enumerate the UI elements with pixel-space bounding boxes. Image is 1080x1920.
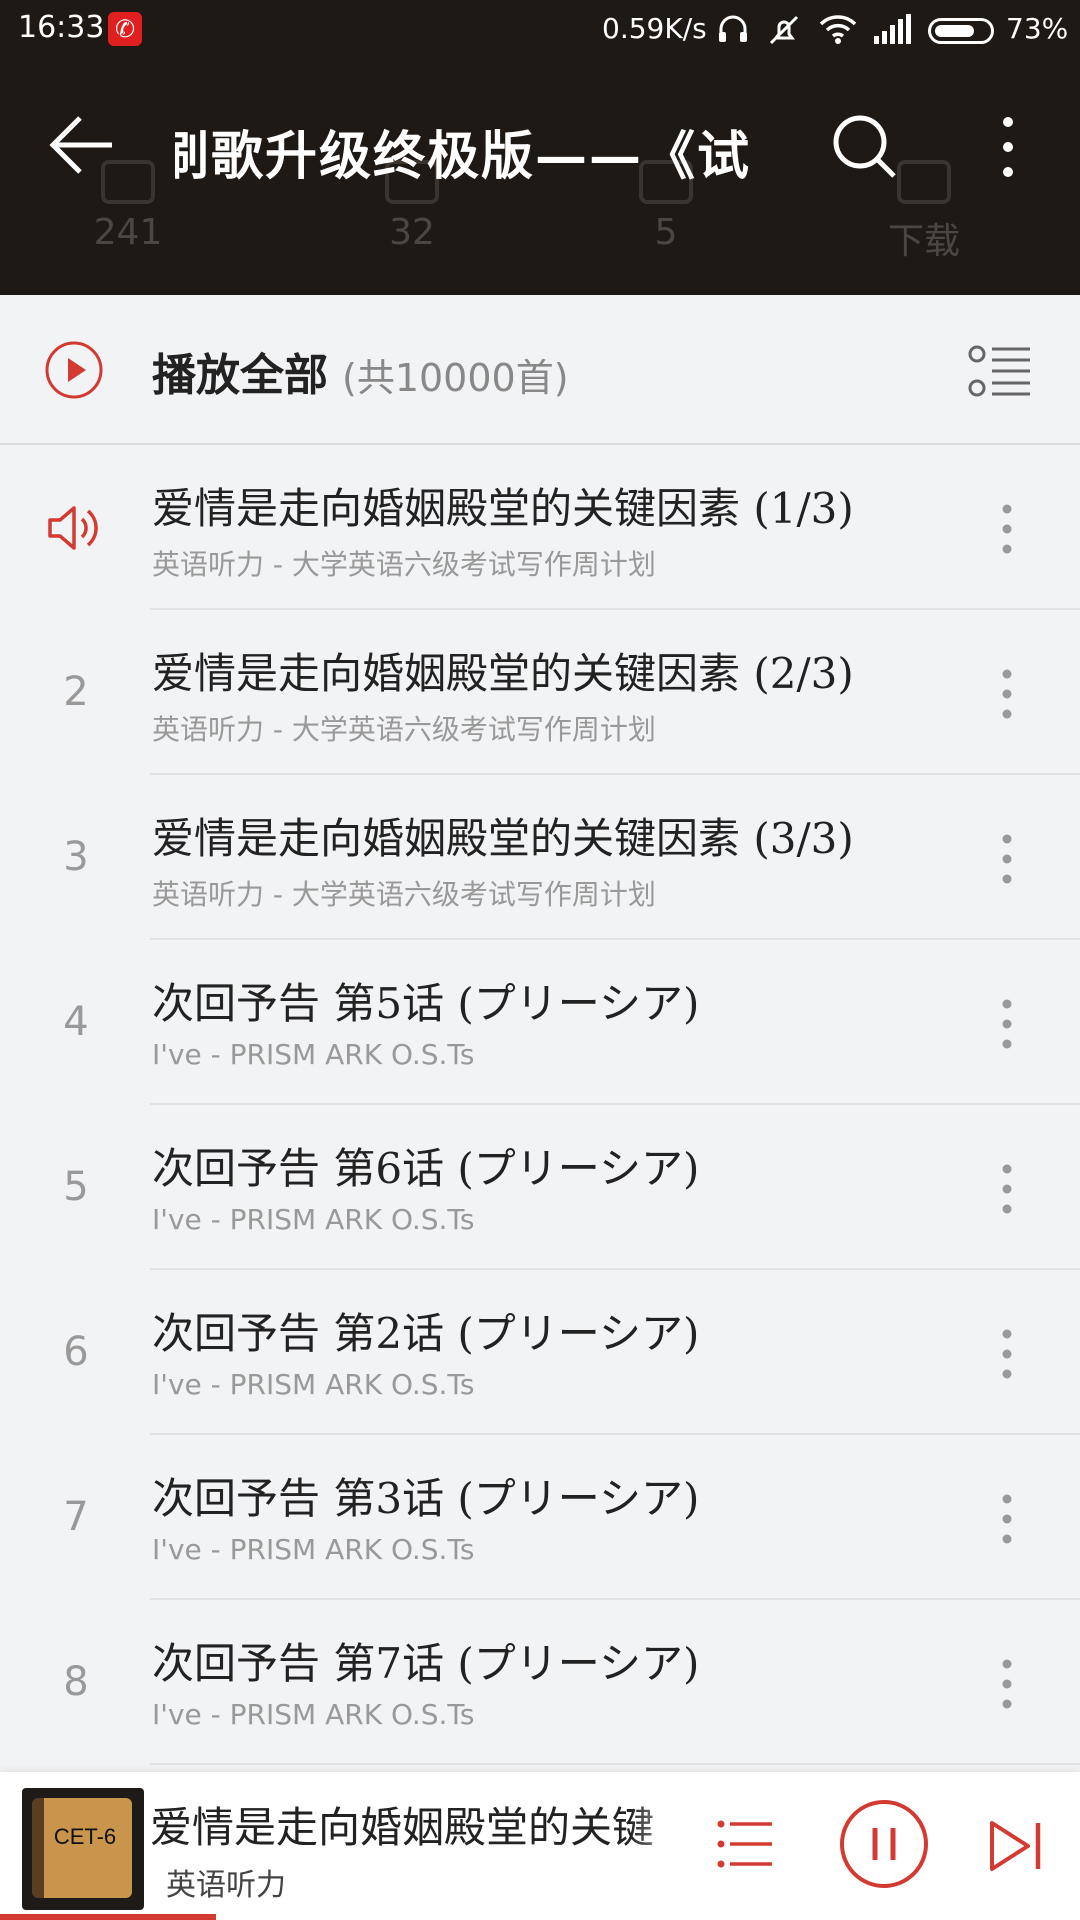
pause-icon[interactable] <box>838 1798 930 1890</box>
cover-label: CET-6 <box>53 1824 117 1849</box>
track-row[interactable]: 4 次回予告 第5话 (プリーシア) I've - PRISM ARK O.S.… <box>0 940 1080 1105</box>
mute-icon <box>769 15 799 45</box>
divider <box>150 1763 1080 1765</box>
track-row[interactable]: 2 爱情是走向婚姻殿堂的关键因素 (2/3) 英语听力 - 大学英语六级考试写作… <box>0 610 1080 775</box>
page-title: 刷歌升级终极版——《试 <box>175 126 752 187</box>
play-circle-icon <box>45 341 103 399</box>
track-index: 2 <box>63 669 89 715</box>
track-subtitle: I've - PRISM ARK O.S.Ts <box>152 1533 475 1566</box>
track-index: 7 <box>63 1494 89 1540</box>
battery-icon <box>928 18 994 44</box>
track-title: 次回予告 第3话 (プリーシア) <box>152 1474 700 1523</box>
track-index: 8 <box>63 1659 89 1705</box>
track-list: 爱情是走向婚姻殿堂的关键因素 (1/3) 英语听力 - 大学英语六级考试写作周计… <box>0 445 1080 1765</box>
track-more-icon[interactable] <box>990 831 1024 887</box>
search-icon[interactable] <box>828 110 900 182</box>
wifi-icon <box>819 15 857 44</box>
track-title: 次回予告 第5话 (プリーシア) <box>152 979 700 1028</box>
network-speed: 0.59K/s <box>602 12 707 45</box>
more-vertical-icon[interactable] <box>984 112 1032 182</box>
album-cover[interactable]: CET-6 <box>22 1788 144 1910</box>
track-row[interactable]: 8 次回予告 第7话 (プリーシア) I've - PRISM ARK O.S.… <box>0 1600 1080 1765</box>
track-subtitle: I've - PRISM ARK O.S.Ts <box>152 1203 475 1236</box>
track-subtitle: I've - PRISM ARK O.S.Ts <box>152 1698 475 1731</box>
track-subtitle: 英语听力 - 大学英语六级考试写作周计划 <box>152 878 656 911</box>
track-title: 爱情是走向婚姻殿堂的关键因素 (2/3) <box>152 649 854 698</box>
track-row[interactable]: 3 爱情是走向婚姻殿堂的关键因素 (3/3) 英语听力 - 大学英语六级考试写作… <box>0 775 1080 940</box>
back-arrow-icon[interactable] <box>40 110 120 180</box>
track-subtitle: 英语听力 - 大学英语六级考试写作周计划 <box>152 713 656 746</box>
track-title: 爱情是走向婚姻殿堂的关键因素 (3/3) <box>152 814 854 863</box>
track-index: 3 <box>63 834 89 880</box>
battery-percent: 73% <box>1006 12 1069 45</box>
play-all-label: 播放全部 <box>152 350 328 401</box>
title-fade <box>630 1782 700 1902</box>
playlist-header: 241 32 5 下载 16:33 ✆ 0.59K/s 73% 刷歌升级终极版—… <box>0 0 1080 295</box>
mini-player[interactable]: CET-6 爱情是走向婚姻殿堂的关键 英语听力 <box>0 1772 1080 1920</box>
signal-icon <box>874 14 911 44</box>
track-more-icon[interactable] <box>990 1491 1024 1547</box>
track-index: 6 <box>63 1329 89 1375</box>
multi-select-icon[interactable] <box>968 343 1032 399</box>
now-playing-title: 爱情是走向婚姻殿堂的关键 <box>150 1803 655 1852</box>
title-marquee: 刷歌升级终极版——《试 <box>175 100 785 190</box>
play-all-row[interactable]: 播放全部 (共10000首) <box>0 295 1080 445</box>
track-title: 次回予告 第7话 (プリーシア) <box>152 1639 700 1688</box>
next-track-icon[interactable] <box>986 1818 1044 1874</box>
playlist-icon[interactable] <box>716 1816 774 1872</box>
track-more-icon[interactable] <box>990 501 1024 557</box>
track-more-icon[interactable] <box>990 996 1024 1052</box>
track-title: 爱情是走向婚姻殿堂的关键因素 (1/3) <box>152 484 854 533</box>
headphones-icon <box>719 15 747 42</box>
track-more-icon[interactable] <box>990 666 1024 722</box>
track-row[interactable]: 5 次回予告 第6话 (プリーシア) I've - PRISM ARK O.S.… <box>0 1105 1080 1270</box>
track-subtitle: I've - PRISM ARK O.S.Ts <box>152 1038 475 1071</box>
track-title: 次回予告 第6话 (プリーシア) <box>152 1144 700 1193</box>
track-row[interactable]: 6 次回予告 第2话 (プリーシア) I've - PRISM ARK O.S.… <box>0 1270 1080 1435</box>
netease-music-icon: ✆ <box>108 12 142 46</box>
speaker-playing-icon <box>48 506 98 550</box>
track-more-icon[interactable] <box>990 1161 1024 1217</box>
track-count: (共10000首) <box>342 356 569 400</box>
track-more-icon[interactable] <box>990 1656 1024 1712</box>
now-playing-artist: 英语听力 <box>166 1868 286 1903</box>
track-index: 5 <box>63 1164 89 1210</box>
status-bar: 16:33 ✆ 0.59K/s 73% <box>0 0 1080 60</box>
track-subtitle: I've - PRISM ARK O.S.Ts <box>152 1368 475 1401</box>
track-row[interactable]: 7 次回予告 第3话 (プリーシア) I've - PRISM ARK O.S.… <box>0 1435 1080 1600</box>
playback-progress <box>0 1914 216 1920</box>
track-row[interactable]: 爱情是走向婚姻殿堂的关键因素 (1/3) 英语听力 - 大学英语六级考试写作周计… <box>0 445 1080 610</box>
track-index: 4 <box>63 999 89 1045</box>
track-more-icon[interactable] <box>990 1326 1024 1382</box>
track-subtitle: 英语听力 - 大学英语六级考试写作周计划 <box>152 548 656 581</box>
app-bar: 刷歌升级终极版——《试 <box>0 90 1080 200</box>
status-time: 16:33 <box>18 10 105 45</box>
track-title: 次回予告 第2话 (プリーシア) <box>152 1309 700 1358</box>
